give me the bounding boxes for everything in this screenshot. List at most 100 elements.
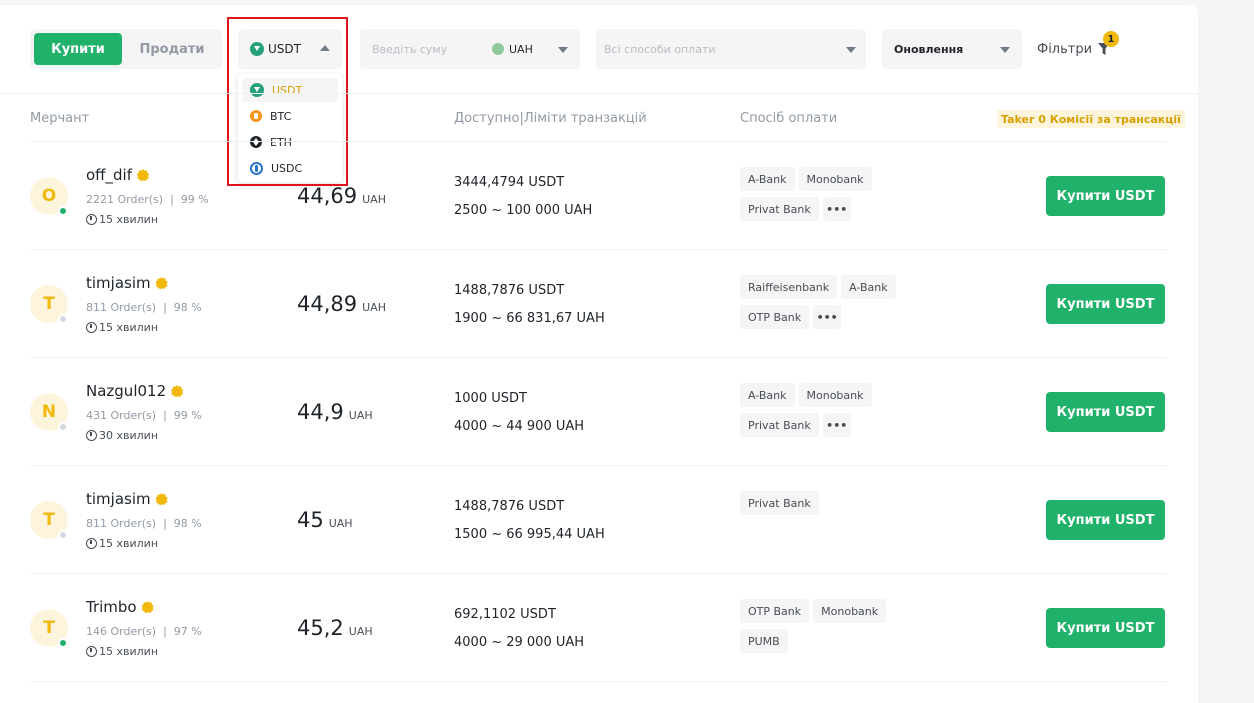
- merchant-name[interactable]: timjasim: [86, 274, 151, 292]
- price-currency: UAH: [328, 517, 353, 530]
- more-payment-button[interactable]: •••: [822, 413, 851, 437]
- transaction-limits: 4000 ~ 29 000 UAH: [454, 635, 585, 650]
- chevron-down-icon: [846, 47, 856, 53]
- taker-fee-badge: Taker 0 Комісії за трансакції: [997, 110, 1185, 128]
- separator: |: [163, 409, 167, 422]
- payment-methods: OTP Bank Monobank PUMB: [740, 599, 920, 659]
- price: 44,89: [297, 292, 358, 316]
- transaction-limits: 1900 ~ 66 831,67 UAH: [454, 311, 605, 326]
- completion-rate: 98 %: [173, 517, 202, 530]
- available-amount: 3444,4794 USDT: [454, 175, 565, 190]
- price-currency: UAH: [362, 193, 386, 206]
- buy-usdt-button[interactable]: Купити USDT: [1046, 392, 1165, 432]
- verified-badge-icon: [155, 277, 168, 289]
- table-row: N Nazgul012 431 Order(s) | 99 % 30 хвили…: [30, 357, 1166, 465]
- header-available: Доступно|Ліміти транзакцій: [454, 111, 647, 126]
- available-amount: 692,1102 USDT: [454, 607, 556, 622]
- payment-time: 15 хвилин: [99, 645, 159, 658]
- buy-usdt-button[interactable]: Купити USDT: [1046, 500, 1165, 540]
- price-currency: UAH: [362, 301, 386, 314]
- payment-tag: Privat Bank: [740, 197, 819, 221]
- clock-icon: [86, 322, 97, 333]
- offline-status-dot: [58, 530, 68, 540]
- completion-rate: 99 %: [173, 409, 202, 422]
- buy-usdt-button[interactable]: Купити USDT: [1046, 284, 1165, 324]
- merchant-name[interactable]: off_dif: [86, 166, 132, 184]
- fiat-selected: UAH: [509, 42, 533, 56]
- completion-rate: 98 %: [173, 301, 202, 314]
- price-currency: UAH: [348, 409, 373, 422]
- table-row: T timjasim 811 Order(s) | 98 % 15 хвилин…: [30, 249, 1166, 357]
- verified-badge-icon: [136, 169, 149, 181]
- sell-tab[interactable]: Продати: [126, 33, 218, 65]
- orders-count: 146 Order(s): [86, 625, 157, 638]
- payment-time: 15 хвилин: [99, 537, 159, 550]
- price: 45: [297, 508, 324, 532]
- table-row: O off_dif 2221 Order(s) | 99 % 15 хвилин…: [30, 141, 1166, 249]
- trade-type-switch: Купити Продати: [30, 29, 222, 69]
- filters-label: Фільтри: [1037, 41, 1093, 57]
- orders-count: 811 Order(s): [86, 301, 157, 314]
- page-margin: [1198, 0, 1254, 703]
- divider: [0, 93, 1198, 94]
- payment-methods: A-Bank Monobank Privat Bank •••: [740, 167, 920, 227]
- completion-rate: 99 %: [180, 193, 209, 206]
- transaction-limits: 1500 ~ 66 995,44 UAH: [454, 527, 605, 542]
- amount-field: UAH: [360, 29, 580, 69]
- chevron-down-icon: [1000, 47, 1010, 53]
- clock-icon: [86, 646, 97, 657]
- payment-method-select[interactable]: Всі способи оплати: [596, 29, 866, 69]
- header-merchant: Мерчант: [30, 111, 90, 126]
- payment-methods: Privat Bank: [740, 491, 920, 521]
- payment-time: 30 хвилин: [99, 429, 159, 442]
- orders-count: 2221 Order(s): [86, 193, 164, 206]
- clock-icon: [86, 538, 97, 549]
- payment-tag: Monobank: [798, 167, 872, 191]
- merchant-name[interactable]: timjasim: [86, 490, 151, 508]
- separator: |: [170, 193, 174, 206]
- offline-status-dot: [58, 422, 68, 432]
- payment-placeholder: Всі способи оплати: [604, 42, 716, 56]
- amount-input[interactable]: [360, 29, 488, 69]
- payment-time: 15 хвилин: [99, 213, 159, 226]
- available-amount: 1488,7876 USDT: [454, 499, 565, 514]
- merchant-name[interactable]: Nazgul012: [86, 382, 166, 400]
- transaction-limits: 2500 ~ 100 000 UAH: [454, 203, 593, 218]
- merchant-name[interactable]: Trimbo: [86, 598, 137, 616]
- payment-tag: Privat Bank: [740, 413, 819, 437]
- payment-tag: OTP Bank: [740, 599, 810, 623]
- payment-methods: Raiffeisenbank A-Bank OTP Bank •••: [740, 275, 920, 335]
- offline-status-dot: [58, 314, 68, 324]
- price: 45,2: [297, 616, 344, 640]
- fiat-select[interactable]: UAH: [492, 29, 533, 69]
- buy-usdt-button[interactable]: Купити USDT: [1046, 176, 1165, 216]
- more-payment-button[interactable]: •••: [813, 305, 842, 329]
- buy-tab[interactable]: Купити: [34, 33, 122, 65]
- refresh-select[interactable]: Оновлення: [882, 29, 1022, 69]
- payment-tag: PUMB: [740, 629, 788, 653]
- separator: |: [163, 301, 167, 314]
- divider: [30, 681, 1166, 682]
- buy-usdt-button[interactable]: Купити USDT: [1046, 608, 1165, 648]
- payment-methods: A-Bank Monobank Privat Bank •••: [740, 383, 920, 443]
- clock-icon: [86, 214, 97, 225]
- orders-count: 811 Order(s): [86, 517, 157, 530]
- payment-tag: Monobank: [813, 599, 887, 623]
- payment-time: 15 хвилин: [99, 321, 159, 334]
- verified-badge-icon: [141, 601, 154, 613]
- clock-icon: [86, 430, 97, 441]
- online-status-dot: [58, 206, 68, 216]
- header-payment: Спосіб оплати: [740, 111, 838, 126]
- orders-count: 431 Order(s): [86, 409, 157, 422]
- transaction-limits: 4000 ~ 44 900 UAH: [454, 419, 585, 434]
- uah-icon: [492, 43, 504, 55]
- filters-button[interactable]: Фільтри: [1037, 38, 1110, 60]
- available-amount: 1488,7876 USDT: [454, 283, 565, 298]
- payment-tag: A-Bank: [740, 167, 795, 191]
- filters-count-badge: 1: [1103, 31, 1119, 47]
- price: 44,9: [297, 400, 344, 424]
- payment-tag: A-Bank: [740, 383, 795, 407]
- table-row: T timjasim 811 Order(s) | 98 % 15 хвилин…: [30, 465, 1166, 573]
- more-payment-button[interactable]: •••: [822, 197, 851, 221]
- price-currency: UAH: [348, 625, 373, 638]
